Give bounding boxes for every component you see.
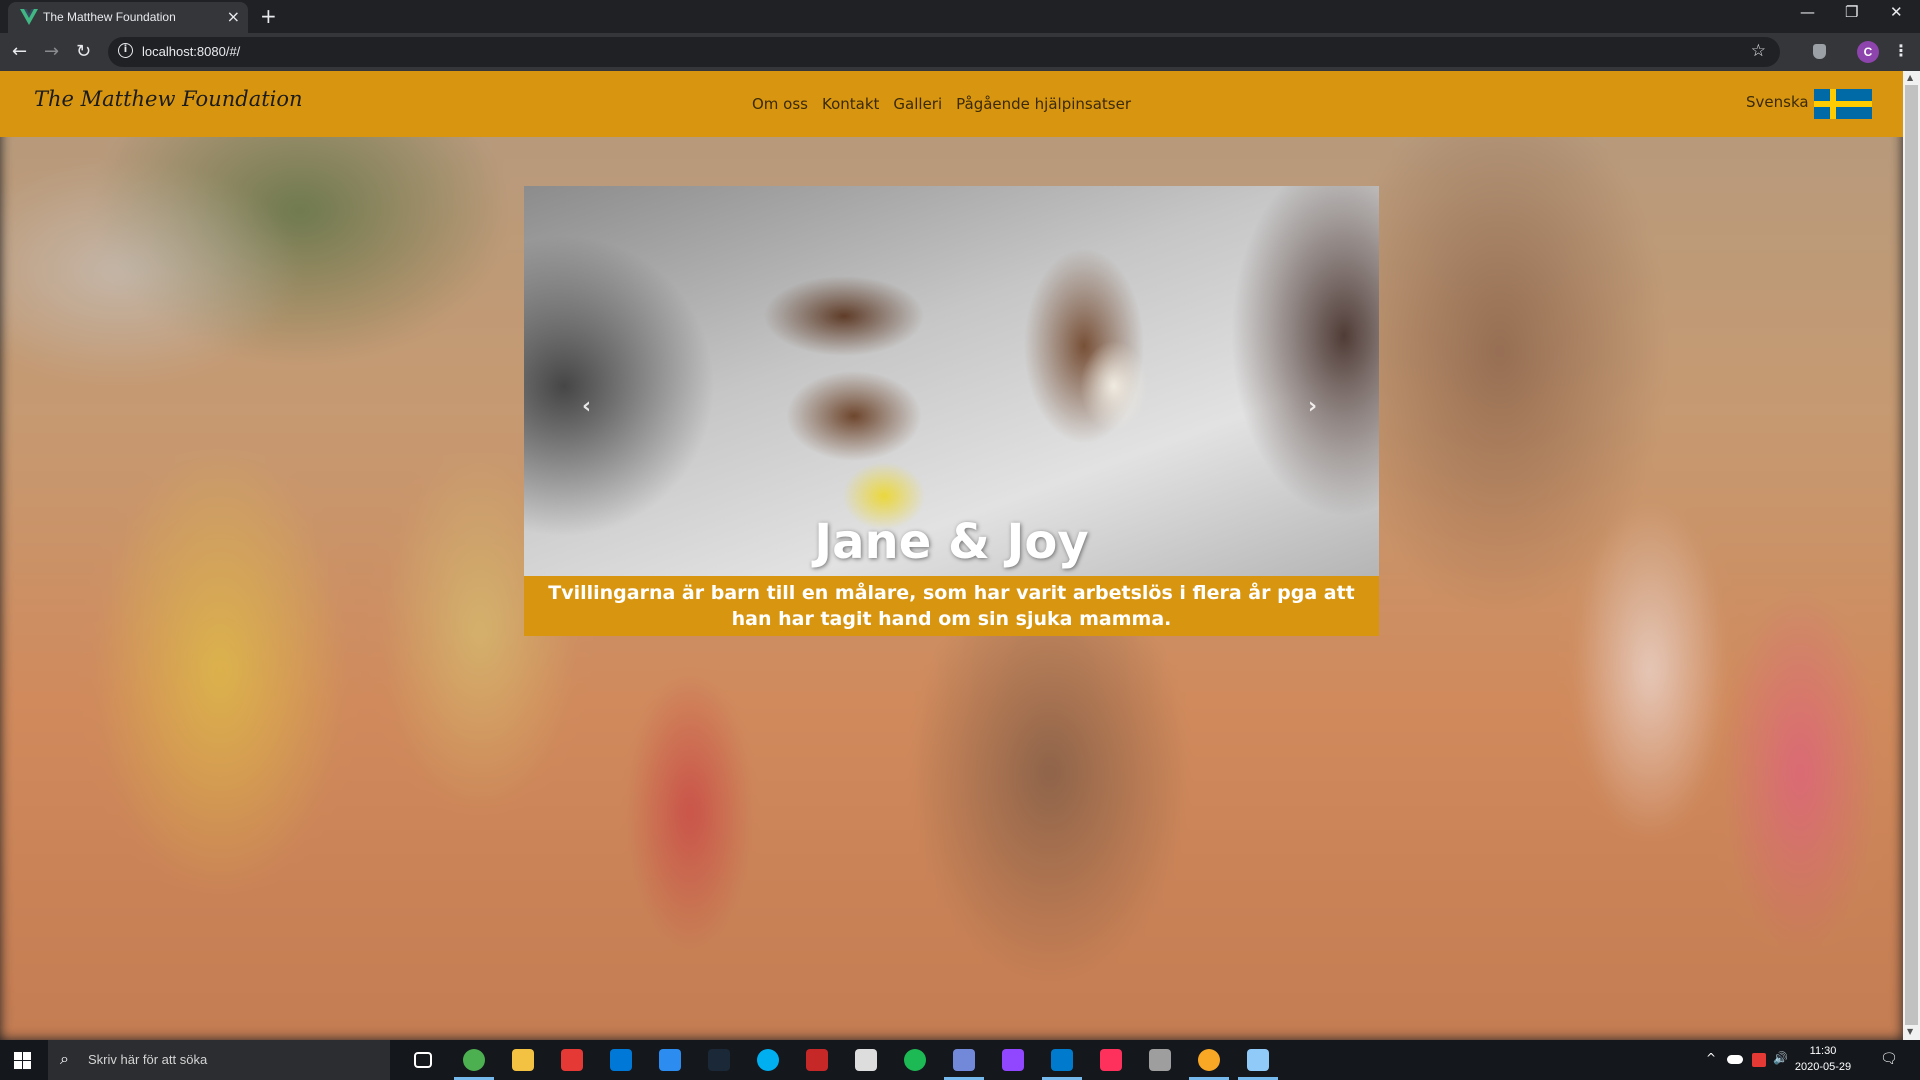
profile-avatar[interactable]: C — [1857, 41, 1879, 63]
url-text[interactable]: localhost:8080/#/ — [142, 44, 240, 59]
taskbar-search-placeholder: Skriv här för att söka — [88, 1052, 208, 1067]
nav-kontakt[interactable]: Kontakt — [822, 95, 879, 113]
onedrive-icon[interactable] — [1727, 1055, 1743, 1064]
tab-close-icon[interactable]: × — [227, 7, 240, 26]
intellij-icon[interactable] — [1100, 1049, 1122, 1071]
tray-chevron-icon[interactable]: ^ — [1706, 1051, 1716, 1065]
file-explorer-icon[interactable] — [512, 1049, 534, 1071]
address-bar[interactable]: i localhost:8080/#/ ☆ — [108, 37, 1780, 67]
cloud-app-icon[interactable] — [1149, 1049, 1171, 1071]
site-navbar: The Matthew Foundation Om oss Kontakt Ga… — [0, 71, 1903, 137]
search-icon: ⌕ — [60, 1049, 69, 1068]
swedish-flag-icon[interactable] — [1814, 89, 1872, 119]
language-selector[interactable]: Svenska — [1746, 93, 1809, 111]
chrome-dev-icon[interactable] — [1198, 1049, 1220, 1071]
discord-icon[interactable] — [953, 1049, 975, 1071]
chrome-icon[interactable] — [463, 1049, 485, 1071]
slide-caption: Tvillingarna är barn till en målare, som… — [548, 582, 1355, 630]
main-menu: Om oss Kontakt Galleri Pågående hjälpins… — [752, 95, 1131, 113]
antivirus-icon[interactable] — [1752, 1053, 1766, 1067]
paint-icon[interactable] — [1247, 1049, 1269, 1071]
scroll-up-icon[interactable]: ▲ — [1907, 73, 1913, 82]
mail-icon[interactable] — [659, 1049, 681, 1071]
notification-icon[interactable]: 🗨 — [1880, 1051, 1898, 1067]
browser-toolbar: ← → ↻ i localhost:8080/#/ ☆ C ⋮ — [0, 33, 1920, 71]
slide-title: Jane & Joy — [814, 514, 1089, 570]
vscode-icon[interactable] — [1051, 1049, 1073, 1071]
nav-galleri[interactable]: Galleri — [893, 95, 942, 113]
browser-tab[interactable]: The Matthew Foundation × — [8, 2, 248, 33]
settings-app-icon[interactable] — [806, 1049, 828, 1071]
reload-icon[interactable]: ↻ — [76, 41, 91, 62]
scrollbar-thumb[interactable] — [1905, 85, 1918, 1025]
new-tab-button[interactable]: + — [260, 4, 277, 28]
back-icon[interactable]: ← — [12, 41, 27, 62]
flag-horizontal-stripe — [1814, 101, 1872, 107]
browser-menu-icon[interactable]: ⋮ — [1893, 41, 1909, 60]
carousel-prev-icon[interactable]: ‹ — [582, 394, 591, 419]
site-info-icon[interactable]: i — [118, 43, 133, 58]
clock-date[interactable]: 2020-05-29 — [1783, 1061, 1863, 1073]
image-carousel: ‹ › Jane & Joy Tvillingarna är barn till… — [524, 186, 1379, 636]
task-view-icon[interactable] — [414, 1052, 432, 1068]
close-window-icon[interactable]: ✕ — [1890, 3, 1903, 21]
windows-taskbar: ⌕ Skriv här för att söka ^ 🔊 11:30 2020-… — [0, 1040, 1920, 1080]
page-viewport: The Matthew Foundation Om oss Kontakt Ga… — [0, 71, 1920, 1040]
flag-vertical-stripe — [1830, 89, 1836, 119]
windows-start-icon[interactable] — [14, 1052, 31, 1069]
restore-icon[interactable]: ❐ — [1845, 3, 1858, 21]
nav-om-oss[interactable]: Om oss — [752, 95, 808, 113]
scroll-down-icon[interactable]: ▼ — [1907, 1027, 1913, 1036]
forward-icon[interactable]: → — [44, 41, 59, 62]
minimize-icon[interactable]: — — [1800, 3, 1815, 21]
spotify-icon[interactable] — [904, 1049, 926, 1071]
steam-icon[interactable] — [708, 1049, 730, 1071]
extension-icon[interactable] — [1813, 44, 1826, 59]
store-icon[interactable] — [610, 1049, 632, 1071]
carousel-next-icon[interactable]: › — [1308, 394, 1317, 419]
slide-caption-box: Tvillingarna är barn till en målare, som… — [524, 576, 1379, 636]
bookmark-star-icon[interactable]: ☆ — [1751, 41, 1766, 61]
nav-pagaende-hjalpinsatser[interactable]: Pågående hjälpinsatser — [956, 95, 1131, 113]
site-brand[interactable]: The Matthew Foundation — [34, 87, 303, 111]
gift-icon[interactable] — [561, 1049, 583, 1071]
browser-tab-strip: The Matthew Foundation × + — ❐ ✕ — [0, 0, 1920, 33]
vue-logo-icon — [20, 9, 38, 25]
twitch-icon[interactable] — [1002, 1049, 1024, 1071]
taskbar-search[interactable]: ⌕ Skriv här för att söka — [48, 1040, 390, 1080]
speedometer-icon[interactable] — [855, 1049, 877, 1071]
clock-time[interactable]: 11:30 — [1783, 1045, 1863, 1057]
skype-icon[interactable] — [757, 1049, 779, 1071]
tab-title: The Matthew Foundation — [43, 10, 176, 24]
